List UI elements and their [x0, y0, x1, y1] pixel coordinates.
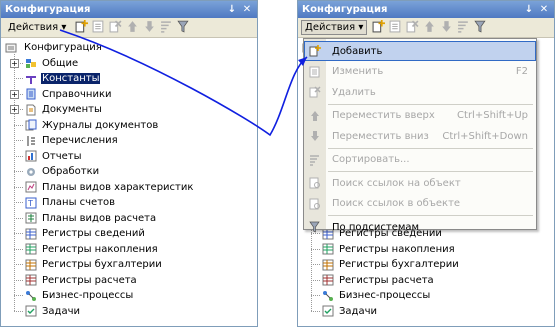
callout-arrow-line — [59, 29, 308, 137]
callout-arrow — [59, 29, 308, 137]
